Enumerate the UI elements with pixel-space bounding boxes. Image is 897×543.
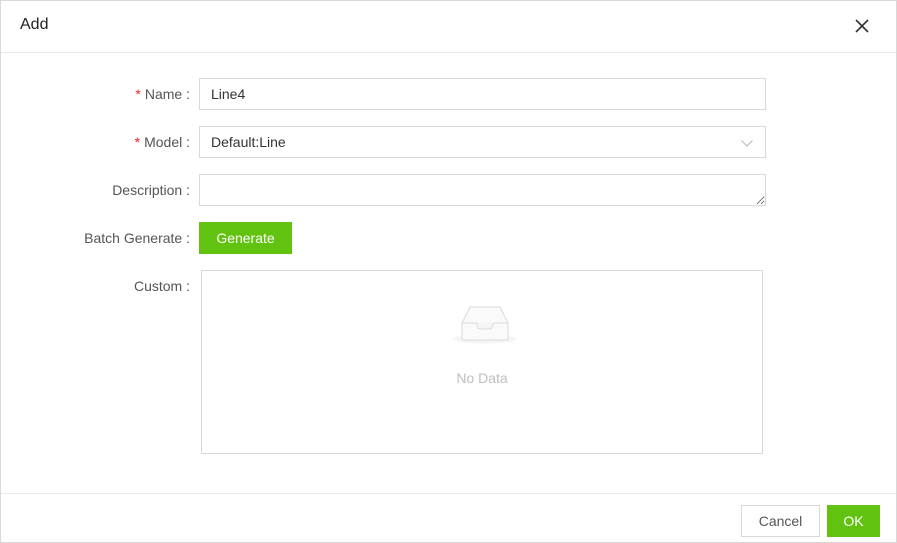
dialog-title: Add xyxy=(20,16,49,33)
name-input[interactable] xyxy=(199,78,766,110)
batch-generate-label: Batch Generate : xyxy=(84,230,190,246)
add-dialog: Add *Name : *Model : Default:Line Descri… xyxy=(0,0,897,543)
empty-text: No Data xyxy=(456,370,508,386)
name-label: * Name : xyxy=(135,78,190,110)
description-label: Description : xyxy=(112,182,190,198)
description-row: Description : xyxy=(1,174,896,206)
empty-inbox-icon xyxy=(453,306,517,344)
generate-button[interactable]: Generate xyxy=(199,222,292,254)
model-label-text: Model : xyxy=(144,134,190,150)
cancel-button[interactable]: Cancel xyxy=(741,505,820,537)
name-required-mark: * xyxy=(135,86,141,102)
name-label-text: Name : xyxy=(144,86,190,102)
ok-button[interactable]: OK xyxy=(827,505,880,537)
name-row: * Name : xyxy=(1,78,896,110)
model-label: * Model : xyxy=(135,126,190,158)
description-textarea[interactable] xyxy=(199,174,766,206)
model-row: * Model : Default:Line xyxy=(1,126,896,158)
custom-label: Custom : xyxy=(133,278,190,294)
dialog-header: Add xyxy=(1,1,896,53)
close-icon xyxy=(855,19,869,33)
dialog-footer: Cancel OK xyxy=(1,493,896,542)
chevron-down-icon xyxy=(741,140,753,147)
close-button[interactable] xyxy=(850,14,874,38)
custom-table-empty: No Data xyxy=(201,270,763,454)
model-required-mark: * xyxy=(134,134,141,150)
model-select[interactable]: Default:Line xyxy=(199,126,766,158)
batch-generate-row: Batch Generate : Generate xyxy=(1,222,896,254)
model-select-value: Default:Line xyxy=(211,134,286,150)
